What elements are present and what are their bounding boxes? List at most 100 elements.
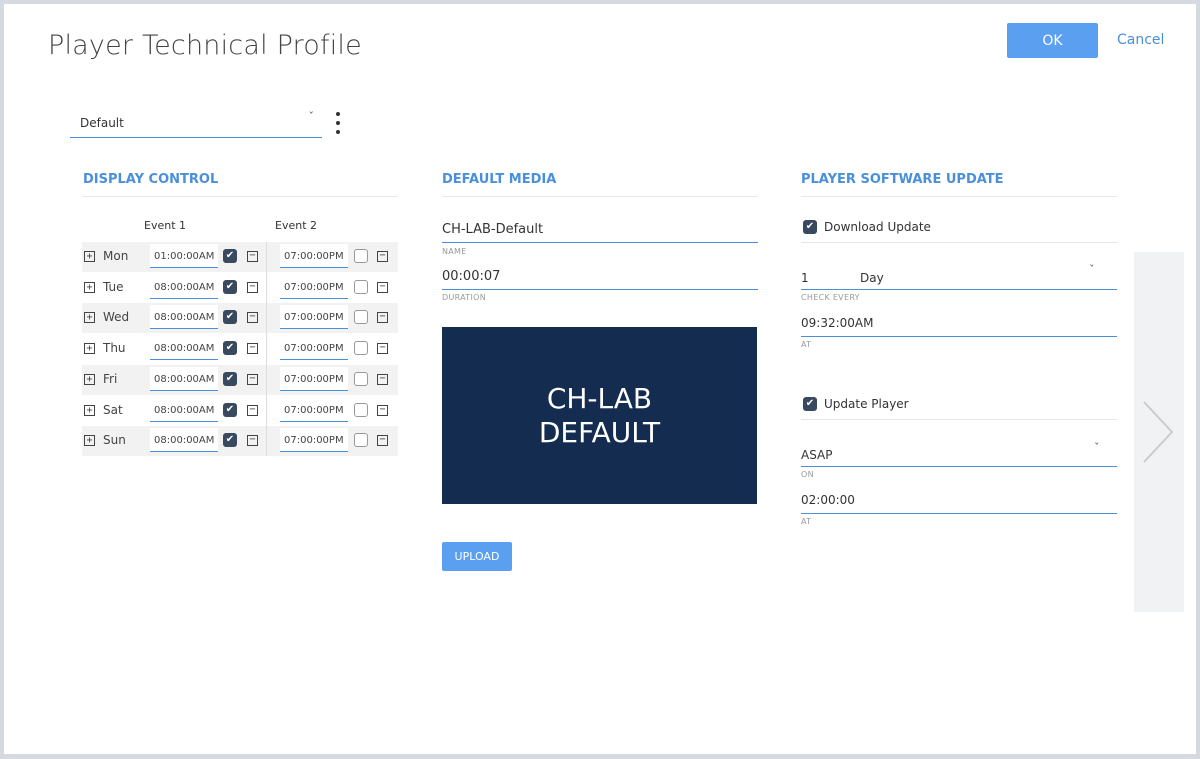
kebab-menu-icon[interactable]: [333, 112, 343, 134]
chevron-down-icon[interactable]: ˇ: [1094, 441, 1100, 454]
check-every-value[interactable]: 1: [801, 271, 809, 285]
preview-line-1: CH-LAB: [546, 381, 653, 415]
event2-checkbox[interactable]: [354, 279, 368, 294]
event2-time-field[interactable]: 07:00:00PM: [280, 428, 348, 453]
event2-checkbox[interactable]: [354, 433, 368, 448]
cancel-link[interactable]: Cancel: [1117, 32, 1164, 48]
event1-checkbox[interactable]: ✔: [223, 310, 237, 325]
day-label: Mon: [103, 249, 129, 263]
event2-time-field[interactable]: 07:00:00PM: [280, 366, 348, 391]
minus-box-icon[interactable]: −: [247, 251, 258, 262]
event1-time-field[interactable]: 01:00:00AM: [150, 244, 218, 268]
media-duration-underline: [442, 289, 758, 290]
event2-time-field[interactable]: 07:00:00PM: [280, 336, 348, 361]
event1-time-field[interactable]: 08:00:00AM: [150, 336, 218, 361]
update-on-underline: [801, 466, 1117, 467]
event2-checkbox[interactable]: [354, 249, 368, 263]
plus-box-icon[interactable]: +: [84, 312, 95, 324]
schedule-row-sun: + Sun 08:00:00AM ✔ −07:00:00PM −: [82, 426, 398, 457]
minus-box-icon[interactable]: −: [377, 251, 388, 262]
software-update-rule: [801, 196, 1117, 197]
update-player-rule: [801, 419, 1117, 420]
minus-box-icon[interactable]: −: [377, 312, 388, 324]
check-every-underline: [801, 289, 1117, 290]
event1-checkbox[interactable]: ✔: [223, 433, 237, 448]
event2-time-field[interactable]: 07:00:00PM: [280, 397, 348, 422]
update-at-caption: AT: [801, 517, 812, 526]
event1-checkbox[interactable]: ✔: [223, 402, 237, 417]
event2-checkbox[interactable]: [354, 402, 368, 417]
minus-box-icon[interactable]: −: [247, 435, 258, 447]
download-update-rule: [801, 242, 1117, 243]
event1-time-field[interactable]: 08:00:00AM: [150, 428, 218, 453]
event2-checkbox[interactable]: [354, 341, 368, 356]
plus-box-icon[interactable]: +: [84, 343, 95, 355]
plus-box-icon[interactable]: +: [84, 435, 95, 447]
minus-box-icon[interactable]: −: [247, 404, 258, 416]
media-preview-image: CH-LAB DEFAULT: [442, 327, 757, 504]
event1-checkbox[interactable]: ✔: [223, 371, 237, 386]
minus-box-icon[interactable]: −: [377, 435, 388, 447]
event1-time-field[interactable]: 08:00:00AM: [150, 397, 218, 422]
event1-checkbox[interactable]: ✔: [223, 279, 237, 294]
schedule-row-thu: + Thu 08:00:00AM ✔ −07:00:00PM −: [82, 334, 398, 364]
default-media-title: DEFAULT MEDIA: [442, 172, 557, 187]
minus-box-icon[interactable]: −: [377, 343, 388, 355]
media-name-underline: [442, 242, 758, 243]
event2-time-field[interactable]: 07:00:00PM: [280, 305, 348, 330]
update-at-underline: [801, 513, 1117, 514]
minus-box-icon[interactable]: −: [247, 281, 258, 293]
plus-box-icon[interactable]: +: [84, 251, 95, 262]
update-at-field[interactable]: 02:00:00: [801, 493, 855, 507]
event1-time-field[interactable]: 08:00:00AM: [150, 305, 218, 330]
media-name-caption: NAME: [442, 247, 467, 256]
schedule-row-fri: + Fri 08:00:00AM ✔ −07:00:00PM −: [82, 364, 398, 395]
minus-box-icon[interactable]: −: [377, 404, 388, 416]
column-divider: [266, 242, 267, 456]
display-control-title: DISPLAY CONTROL: [83, 172, 219, 187]
check-every-unit[interactable]: Day: [860, 271, 884, 285]
update-player-label: Update Player: [824, 397, 909, 411]
download-update-checkbox[interactable]: ✔: [803, 220, 817, 234]
event2-header: Event 2: [275, 219, 318, 232]
event1-checkbox[interactable]: ✔: [223, 249, 237, 263]
day-label: Sat: [103, 402, 123, 417]
page-title: Player Technical Profile: [48, 30, 362, 61]
default-media-rule: [442, 196, 758, 197]
media-duration-caption: DURATION: [442, 293, 487, 302]
check-at-caption: AT: [801, 340, 812, 349]
event2-time-field[interactable]: 07:00:00PM: [280, 244, 348, 268]
minus-box-icon[interactable]: −: [247, 373, 258, 385]
download-update-label: Download Update: [824, 220, 931, 234]
software-update-title: PLAYER SOFTWARE UPDATE: [801, 172, 1004, 187]
chevron-down-icon[interactable]: ˇ: [1089, 263, 1095, 276]
day-label: Fri: [103, 371, 118, 386]
day-label: Wed: [103, 310, 130, 325]
media-duration-field[interactable]: 00:00:07: [442, 269, 500, 284]
plus-box-icon[interactable]: +: [84, 404, 95, 416]
event1-time-field[interactable]: 08:00:00AM: [150, 274, 218, 299]
minus-box-icon[interactable]: −: [247, 343, 258, 355]
check-at-field[interactable]: 09:32:00AM: [801, 316, 873, 330]
update-player-checkbox[interactable]: ✔: [803, 397, 817, 411]
minus-box-icon[interactable]: −: [377, 373, 388, 385]
profile-select[interactable]: Default ˇ: [70, 108, 322, 138]
chevron-right-icon[interactable]: [1140, 400, 1176, 464]
preview-line-2: DEFAULT: [538, 415, 661, 449]
event2-checkbox[interactable]: [354, 310, 368, 325]
event2-checkbox[interactable]: [354, 371, 368, 386]
upload-button[interactable]: UPLOAD: [442, 542, 512, 571]
update-on-select[interactable]: ASAP: [801, 448, 833, 462]
schedule-row-tue: + Tue 08:00:00AM ✔ −07:00:00PM −: [82, 273, 398, 303]
ok-button[interactable]: OK: [1007, 23, 1098, 58]
media-name-field[interactable]: CH-LAB-Default: [442, 222, 543, 237]
event1-checkbox[interactable]: ✔: [223, 341, 237, 356]
event1-time-field[interactable]: 08:00:00AM: [150, 366, 218, 391]
plus-box-icon[interactable]: +: [84, 281, 95, 293]
profile-select-value: Default: [80, 116, 124, 130]
next-panel[interactable]: [1134, 252, 1184, 612]
minus-box-icon[interactable]: −: [377, 281, 388, 293]
event2-time-field[interactable]: 07:00:00PM: [280, 274, 348, 299]
minus-box-icon[interactable]: −: [247, 312, 258, 324]
plus-box-icon[interactable]: +: [84, 373, 95, 385]
